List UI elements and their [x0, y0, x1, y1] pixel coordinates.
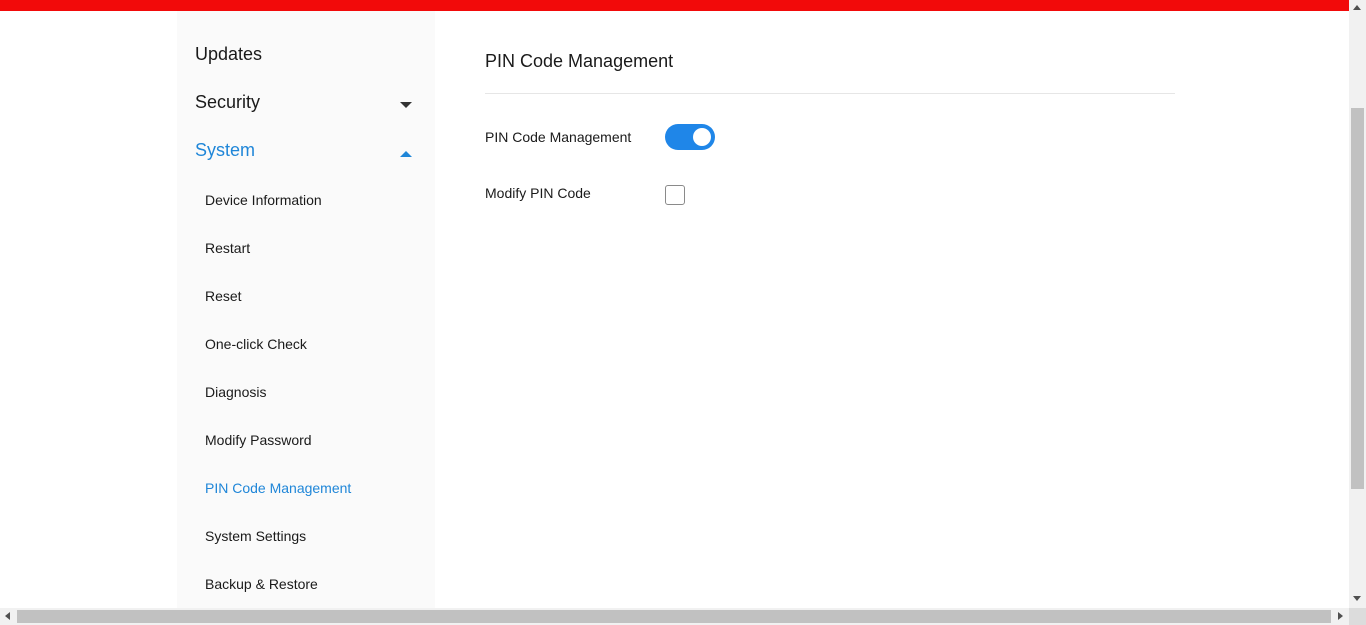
modify-pin-code-label: Modify PIN Code	[485, 185, 591, 201]
top-brand-bar	[0, 0, 1349, 11]
divider	[485, 93, 1175, 94]
page-title: PIN Code Management	[485, 51, 674, 71]
sidebar-item-pin-code-management[interactable]: PIN Code Management	[205, 480, 351, 496]
sidebar-item-backup-restore[interactable]: Backup & Restore	[205, 576, 318, 592]
sidebar-item-reset[interactable]: Reset	[205, 288, 242, 304]
sidebar-item-security[interactable]: Security	[195, 92, 260, 113]
sidebar-item-system-settings[interactable]: System Settings	[205, 528, 306, 544]
chevron-down-icon[interactable]	[400, 102, 412, 108]
sidebar-item-one-click-check[interactable]: One-click Check	[205, 336, 307, 352]
scroll-right-arrow-icon[interactable]	[1338, 612, 1343, 620]
sidebar-item-restart[interactable]: Restart	[205, 240, 250, 256]
toggle-knob	[693, 128, 711, 146]
scroll-up-arrow-icon[interactable]	[1353, 5, 1361, 10]
modify-pin-code-checkbox[interactable]	[665, 185, 685, 205]
sidebar-item-modify-password[interactable]: Modify Password	[205, 432, 312, 448]
sidebar: Updates Security System Device Informati…	[177, 11, 435, 608]
sidebar-item-device-information[interactable]: Device Information	[205, 192, 322, 208]
sidebar-item-diagnosis[interactable]: Diagnosis	[205, 384, 266, 400]
horizontal-scrollbar[interactable]	[0, 608, 1349, 625]
sidebar-item-system[interactable]: System	[195, 140, 255, 161]
chevron-up-icon[interactable]	[400, 151, 412, 157]
horizontal-scroll-thumb[interactable]	[17, 610, 1331, 623]
sidebar-item-updates[interactable]: Updates	[195, 44, 262, 65]
pin-code-management-toggle[interactable]	[665, 124, 715, 150]
vertical-scroll-thumb[interactable]	[1351, 108, 1364, 489]
scrollbar-corner	[1349, 608, 1366, 625]
viewport: Updates Security System Device Informati…	[0, 0, 1349, 608]
pin-code-management-label: PIN Code Management	[485, 129, 632, 145]
scroll-down-arrow-icon[interactable]	[1353, 596, 1361, 601]
vertical-scrollbar[interactable]	[1349, 0, 1366, 608]
scroll-left-arrow-icon[interactable]	[5, 612, 10, 620]
